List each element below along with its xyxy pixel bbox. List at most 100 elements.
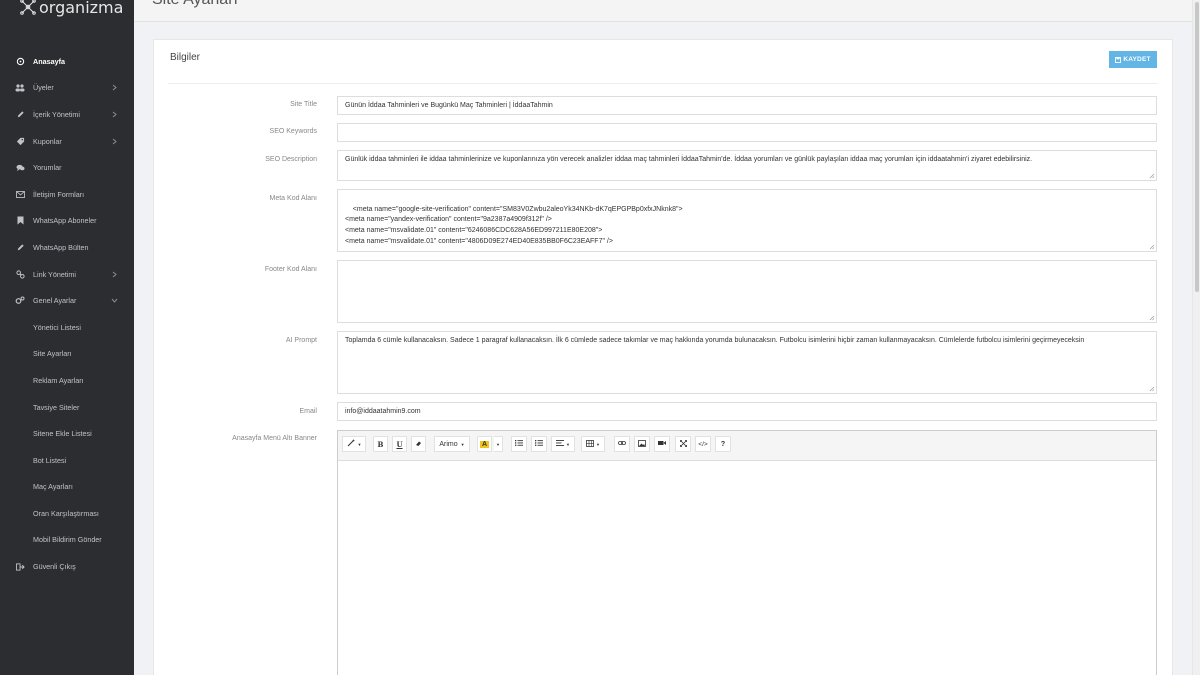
brand-name: organizma: [39, 0, 124, 17]
pencil-icon: [15, 109, 25, 119]
table-icon: [586, 439, 594, 449]
fullscreen-icon: [679, 439, 687, 449]
sidebar-item-label: İçerik Yönetimi: [33, 109, 81, 119]
sidebar-item-genel-ayarlar[interactable]: Genel Ayarlar: [0, 287, 134, 314]
banner-label: Anasayfa Menü Altı Banner: [232, 435, 317, 442]
insert-link-button[interactable]: [614, 436, 630, 452]
sidebar-item-yorumlar[interactable]: Yorumlar: [0, 154, 134, 181]
sidebar-item-label: Kuponlar: [33, 136, 62, 146]
sidebar-subitem-label: Yönetici Listesi: [33, 322, 81, 332]
settings-panel: Bilgiler KAYDET Site Title Günün İddaa T…: [153, 39, 1173, 675]
caret-down-icon: ▼: [596, 441, 600, 447]
sidebar-item-label: İletişim Formları: [33, 189, 85, 199]
paragraph-align-dropdown[interactable]: ▼: [551, 436, 575, 452]
top-bar: Site Ayarları: [134, 0, 1192, 22]
sidebar-subitem-label: Tavsiye Siteler: [33, 402, 80, 412]
insert-picture-button[interactable]: [634, 436, 650, 452]
text-color-button[interactable]: A: [477, 436, 492, 452]
sidebar-item-label: WhatsApp Aboneler: [33, 216, 97, 226]
resize-grip-icon[interactable]: [1149, 315, 1155, 321]
save-button[interactable]: KAYDET: [1109, 51, 1157, 68]
meta-code-label: Meta Kod Alanı: [269, 195, 317, 202]
editor-toolbar: ▼ B U Arimo ▼ A ▼ ▼ ▼ </> ?: [338, 431, 1156, 461]
seo-description-text: Günlük iddaa tahminleri ile iddaa tahmin…: [345, 156, 1033, 163]
sidebar-item-whatsapp-bulten[interactable]: WhatsApp Bülten: [0, 234, 134, 261]
eraser-button[interactable]: [411, 436, 426, 452]
sidebar-item-label: Güvenli Çıkış: [33, 562, 76, 572]
seo-keywords-label: SEO Keywords: [269, 128, 317, 135]
font-name-label: Arimo: [439, 440, 458, 448]
footer-code-label: Footer Kod Alanı: [264, 266, 317, 273]
scrollbar-thumb[interactable]: [1195, 2, 1199, 292]
caret-down-icon: ▼: [357, 441, 362, 447]
email-field[interactable]: info@iddaatahmin9.com: [337, 402, 1157, 421]
sidebar-subitem-label: Oran Karşılaştırması: [33, 508, 99, 518]
bold-button[interactable]: B: [373, 436, 388, 452]
sidebar-item-uyeler[interactable]: Üyeler: [0, 75, 134, 102]
sidebar-subitem-oran-karsilastirmasi[interactable]: Oran Karşılaştırması: [0, 500, 134, 527]
ai-prompt-text: Toplamda 6 cümle kullanacaksın. Sadece 1…: [345, 337, 1085, 344]
resize-grip-icon[interactable]: [1149, 386, 1155, 392]
seo-description-textarea[interactable]: Günlük iddaa tahminleri ile iddaa tahmin…: [337, 150, 1157, 181]
bold-icon: B: [377, 439, 384, 449]
page-scrollbar[interactable]: [1192, 0, 1200, 675]
font-name-dropdown[interactable]: Arimo ▼: [434, 436, 470, 452]
resize-grip-icon[interactable]: [1149, 244, 1155, 250]
sidebar-subitem-label: Mobil Bildirim Gönder: [33, 535, 102, 545]
sidebar-item-guvenli-cikis[interactable]: Güvenli Çıkış: [0, 553, 134, 580]
resize-grip-icon[interactable]: [1149, 173, 1155, 179]
color-icon: A: [479, 440, 490, 448]
sidebar-item-whatsapp-aboneler[interactable]: WhatsApp Aboneler: [0, 208, 134, 235]
sidebar-subitem-mac-ayarlari[interactable]: Maç Ayarları: [0, 474, 134, 501]
chevron-right-icon: [110, 137, 118, 145]
code-view-button[interactable]: </>: [695, 436, 711, 452]
meta-code-textarea[interactable]: <meta name="google-site-verification" co…: [337, 189, 1157, 252]
sidebar-subitem-bot-listesi[interactable]: Bot Listesi: [0, 447, 134, 474]
sidebar-subitem-reklam-ayarlari[interactable]: Reklam Ayarları: [0, 367, 134, 394]
code-icon: </>: [698, 440, 708, 448]
sidebar-subitem-site-ayarlari[interactable]: Site Ayarları: [0, 341, 134, 368]
sidebar-subitem-label: Maç Ayarları: [33, 482, 73, 492]
footer-code-textarea[interactable]: [337, 260, 1157, 323]
sidebar-item-label: Link Yönetimi: [33, 269, 77, 279]
sidebar-subitem-mobil-bildirim-gonder[interactable]: Mobil Bildirim Gönder: [0, 527, 134, 554]
sidebar-item-label: Genel Ayarlar: [33, 296, 77, 306]
chevron-right-icon: [110, 270, 118, 278]
text-color-dropdown[interactable]: ▼: [494, 436, 503, 452]
sidebar-item-kuponlar[interactable]: Kuponlar: [0, 128, 134, 155]
sidebar-subitem-yonetici-listesi[interactable]: Yönetici Listesi: [0, 314, 134, 341]
insert-video-button[interactable]: [654, 436, 670, 452]
eraser-icon: [415, 440, 422, 449]
sidebar-subitem-tavsiye-siteler[interactable]: Tavsiye Siteler: [0, 394, 134, 421]
sidebar-item-label: Anasayfa: [33, 56, 65, 66]
sidebar-item-icerik-yonetimi[interactable]: İçerik Yönetimi: [0, 101, 134, 128]
editor-content-area[interactable]: [338, 461, 1156, 675]
molecule-logo-icon: [20, 0, 36, 15]
sign-out-icon: [15, 562, 25, 572]
seo-keywords-input[interactable]: [337, 123, 1157, 142]
unordered-list-button[interactable]: [511, 436, 527, 452]
meta-code-text: <meta name="google-site-verification" co…: [345, 205, 683, 245]
chevron-down-icon: [110, 297, 118, 305]
ordered-list-button[interactable]: [531, 436, 547, 452]
help-button[interactable]: ?: [715, 436, 731, 452]
page-title: Site Ayarları: [152, 0, 238, 9]
sidebar-item-label: WhatsApp Bülten: [33, 242, 89, 252]
sidebar-subitem-label: Bot Listesi: [33, 455, 67, 465]
site-title-input[interactable]: Günün İddaa Tahminleri ve Bugünkü Maç Ta…: [337, 96, 1157, 115]
sidebar-item-link-yonetimi[interactable]: Link Yönetimi: [0, 261, 134, 288]
sidebar-item-anasayfa[interactable]: Anasayfa: [0, 48, 134, 75]
ai-prompt-textarea[interactable]: Toplamda 6 cümle kullanacaksın. Sadece 1…: [337, 331, 1157, 394]
sidebar-subitem-sitene-ekle-listesi[interactable]: Sitene Ekle Listesi: [0, 420, 134, 447]
fullscreen-button[interactable]: [675, 436, 691, 452]
floppy-disk-icon: [1115, 56, 1122, 63]
ol-icon: [535, 440, 543, 448]
underline-button[interactable]: U: [392, 436, 407, 452]
sidebar-item-iletisim-formlari[interactable]: İletişim Formları: [0, 181, 134, 208]
logo[interactable]: organizma: [19, 0, 123, 18]
panel-title: Bilgiler: [170, 52, 201, 63]
magic-style-button[interactable]: ▼: [342, 436, 366, 452]
table-dropdown[interactable]: ▼: [581, 436, 605, 452]
help-icon: ?: [720, 440, 726, 448]
email-label: Email: [299, 408, 317, 415]
